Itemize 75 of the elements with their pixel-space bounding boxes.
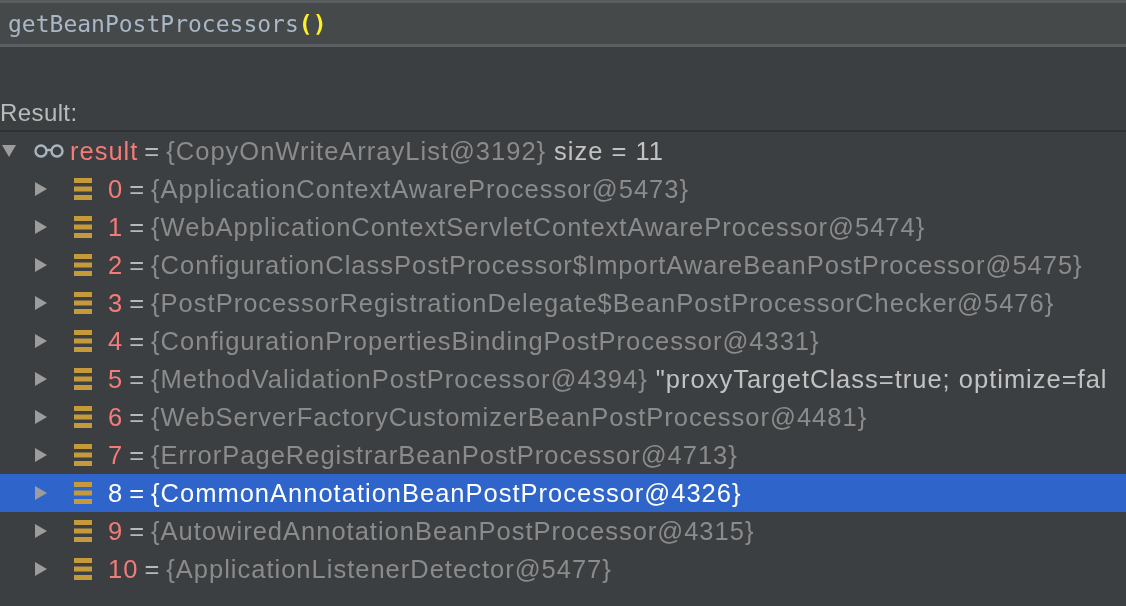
variable-name: 8 bbox=[108, 478, 124, 508]
result-label: Result: bbox=[0, 99, 78, 127]
variable-name: 9 bbox=[108, 516, 124, 546]
expand-triangle-icon[interactable] bbox=[34, 219, 48, 235]
variable-name: 6 bbox=[108, 402, 124, 432]
variable-value: {ApplicationContextAwareProcessor@5473} bbox=[151, 174, 689, 204]
variable-name: 2 bbox=[108, 250, 124, 280]
assignment-operator: = bbox=[129, 364, 146, 394]
expand-triangle-icon[interactable] bbox=[34, 561, 48, 577]
assignment-operator: = bbox=[129, 174, 146, 204]
expand-triangle-icon[interactable] bbox=[34, 447, 48, 463]
stacked-bars-icon bbox=[74, 482, 92, 504]
expand-triangle-icon[interactable] bbox=[34, 295, 48, 311]
variable-name: 4 bbox=[108, 326, 124, 356]
tree-row[interactable]: 3 = {PostProcessorRegistrationDelegate$BeanPostProcessorChecker@5476} bbox=[0, 284, 1126, 322]
assignment-operator: = bbox=[129, 440, 146, 470]
assignment-operator: = bbox=[144, 136, 161, 166]
stacked-bars-icon bbox=[74, 520, 92, 542]
variable-value: {MethodValidationPostProcessor@4394} bbox=[151, 364, 648, 394]
variable-name: 10 bbox=[108, 554, 139, 584]
variable-value: {PostProcessorRegistrationDelegate$BeanPostProcessorChecker@5476} bbox=[151, 288, 1055, 318]
stacked-bars-icon bbox=[74, 292, 92, 314]
variable-name: 7 bbox=[108, 440, 124, 470]
expand-triangle-icon[interactable] bbox=[34, 181, 48, 197]
tree-row[interactable]: 2 = {ConfigurationClassPostProcessor$ImportAwareBeanPostProcessor@5475} bbox=[0, 246, 1126, 284]
tree-row[interactable]: 5 = {MethodValidationPostProcessor@4394} "proxyTargetClass=true; optimize=fal bbox=[0, 360, 1126, 398]
assignment-operator: = bbox=[129, 516, 146, 546]
value-detail: size = 11 bbox=[554, 136, 664, 166]
tree-row[interactable]: 9 = {AutowiredAnnotationBeanPostProcessor@4315} bbox=[0, 512, 1126, 550]
stacked-bars-icon bbox=[74, 558, 92, 580]
tree-row[interactable]: 10 = {ApplicationListenerDetector@5477} bbox=[0, 550, 1126, 588]
expand-triangle-icon[interactable] bbox=[34, 371, 48, 387]
assignment-operator: = bbox=[129, 326, 146, 356]
variable-value: {AutowiredAnnotationBeanPostProcessor@4315} bbox=[151, 516, 755, 546]
expand-triangle-icon[interactable] bbox=[34, 257, 48, 273]
variable-value: {ConfigurationPropertiesBindingPostProcessor@4331} bbox=[151, 326, 820, 356]
variable-value: {ErrorPageRegistrarBeanPostProcessor@4713} bbox=[151, 440, 738, 470]
collapse-triangle-icon[interactable] bbox=[2, 143, 16, 159]
glasses-icon bbox=[33, 144, 65, 158]
stacked-bars-icon bbox=[74, 216, 92, 238]
variable-value: {CopyOnWriteArrayList@3192} bbox=[166, 136, 547, 166]
expression-field[interactable]: getBeanPostProcessors() bbox=[0, 3, 1126, 44]
variable-name: 3 bbox=[108, 288, 124, 318]
assignment-operator: = bbox=[129, 478, 146, 508]
stacked-bars-icon bbox=[74, 406, 92, 428]
variable-name: 5 bbox=[108, 364, 124, 394]
tree-row[interactable]: result = {CopyOnWriteArrayList@3192} size = 11 bbox=[0, 132, 1126, 170]
assignment-operator: = bbox=[129, 402, 146, 432]
variable-value: {ApplicationListenerDetector@5477} bbox=[166, 554, 612, 584]
expand-triangle-icon[interactable] bbox=[34, 523, 48, 539]
variable-name: result bbox=[70, 136, 139, 166]
variable-value: {CommonAnnotationBeanPostProcessor@4326} bbox=[151, 478, 742, 508]
stacked-bars-icon bbox=[74, 368, 92, 390]
variable-value: {ConfigurationClassPostProcessor$ImportAwareBeanPostProcessor@5475} bbox=[151, 250, 1083, 280]
tree-row[interactable]: 1 = {WebApplicationContextServletContextAwareProcessor@5474} bbox=[0, 208, 1126, 246]
tree-row[interactable]: 0 = {ApplicationContextAwareProcessor@5473} bbox=[0, 170, 1126, 208]
tree-row[interactable]: 6 = {WebServerFactoryCustomizerBeanPostProcessor@4481} bbox=[0, 398, 1126, 436]
variable-name: 1 bbox=[108, 212, 124, 242]
tree-row[interactable]: 7 = {ErrorPageRegistrarBeanPostProcessor@4713} bbox=[0, 436, 1126, 474]
variable-name: 0 bbox=[108, 174, 124, 204]
tree-row[interactable]: 4 = {ConfigurationPropertiesBindingPostProcessor@4331} bbox=[0, 322, 1126, 360]
stacked-bars-icon bbox=[74, 178, 92, 200]
stacked-bars-icon bbox=[74, 254, 92, 276]
variable-value: {WebServerFactoryCustomizerBeanPostProcessor@4481} bbox=[151, 402, 868, 432]
assignment-operator: = bbox=[129, 288, 146, 318]
expand-triangle-icon[interactable] bbox=[34, 409, 48, 425]
expand-triangle-icon[interactable] bbox=[34, 333, 48, 349]
stacked-bars-icon bbox=[74, 444, 92, 466]
assignment-operator: = bbox=[129, 212, 146, 242]
variable-value: {WebApplicationContextServletContextAwareProcessor@5474} bbox=[151, 212, 926, 242]
assignment-operator: = bbox=[144, 554, 161, 584]
value-detail: "proxyTargetClass=true; optimize=fal bbox=[655, 364, 1108, 394]
stacked-bars-icon bbox=[74, 330, 92, 352]
assignment-operator: = bbox=[129, 250, 146, 280]
tree-row[interactable]: 8 = {CommonAnnotationBeanPostProcessor@4326} bbox=[0, 474, 1126, 512]
